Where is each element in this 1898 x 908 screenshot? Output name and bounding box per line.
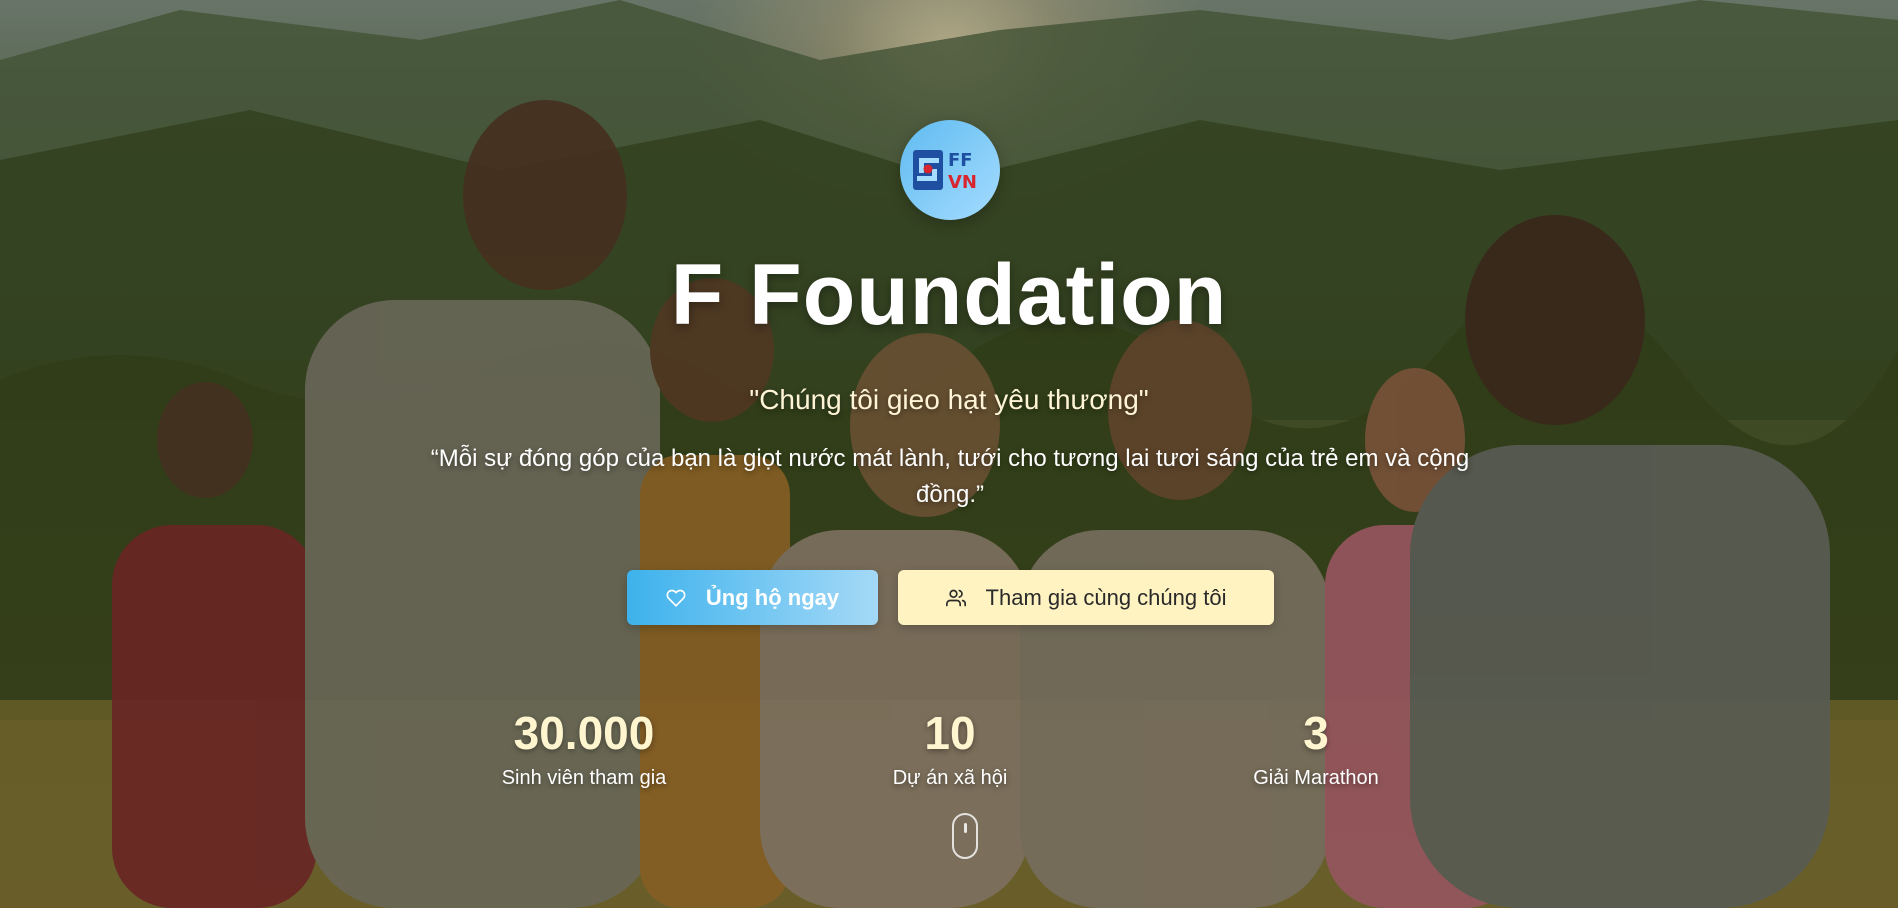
stat-projects: 10 Dự án xã hội	[830, 705, 1070, 790]
stat-value: 10	[924, 707, 976, 759]
users-icon	[945, 588, 966, 608]
join-us-button[interactable]: Tham gia cùng chúng tôi	[898, 570, 1274, 625]
heart-icon	[666, 588, 686, 608]
mouse-scroll-icon[interactable]	[952, 813, 978, 859]
svg-text:VN: VN	[948, 172, 977, 193]
logo-mark-icon: FF VN	[913, 150, 977, 193]
join-us-button-label: Tham gia cùng chúng tôi	[985, 584, 1227, 610]
stat-label: Sinh viên tham gia	[501, 767, 667, 789]
hero-section: FF VN F Foundation "Chúng tôi gieo hạt y…	[0, 0, 1898, 908]
hero-tagline: "Chúng tôi gieo hạt yêu thương"	[749, 384, 1149, 415]
foundation-logo[interactable]: FF VN	[900, 120, 1000, 220]
donate-button-label: Ủng hộ ngay	[705, 584, 840, 610]
stat-students: 30.000 Sinh viên tham gia	[464, 705, 704, 790]
scroll-wheel-dot	[964, 823, 967, 833]
page-title: F Foundation	[670, 247, 1228, 343]
hero-quote: “Mỗi sự đóng góp của bạn là giọt nước má…	[430, 445, 1470, 508]
svg-text:FF: FF	[948, 150, 973, 171]
stat-value: 30.000	[513, 707, 655, 759]
stat-label: Dự án xã hội	[892, 767, 1008, 789]
stat-label: Giải Marathon	[1253, 767, 1379, 789]
stat-marathons: 3 Giải Marathon	[1196, 705, 1436, 790]
donate-button[interactable]: Ủng hộ ngay	[627, 570, 878, 625]
stat-value: 3	[1303, 707, 1329, 759]
